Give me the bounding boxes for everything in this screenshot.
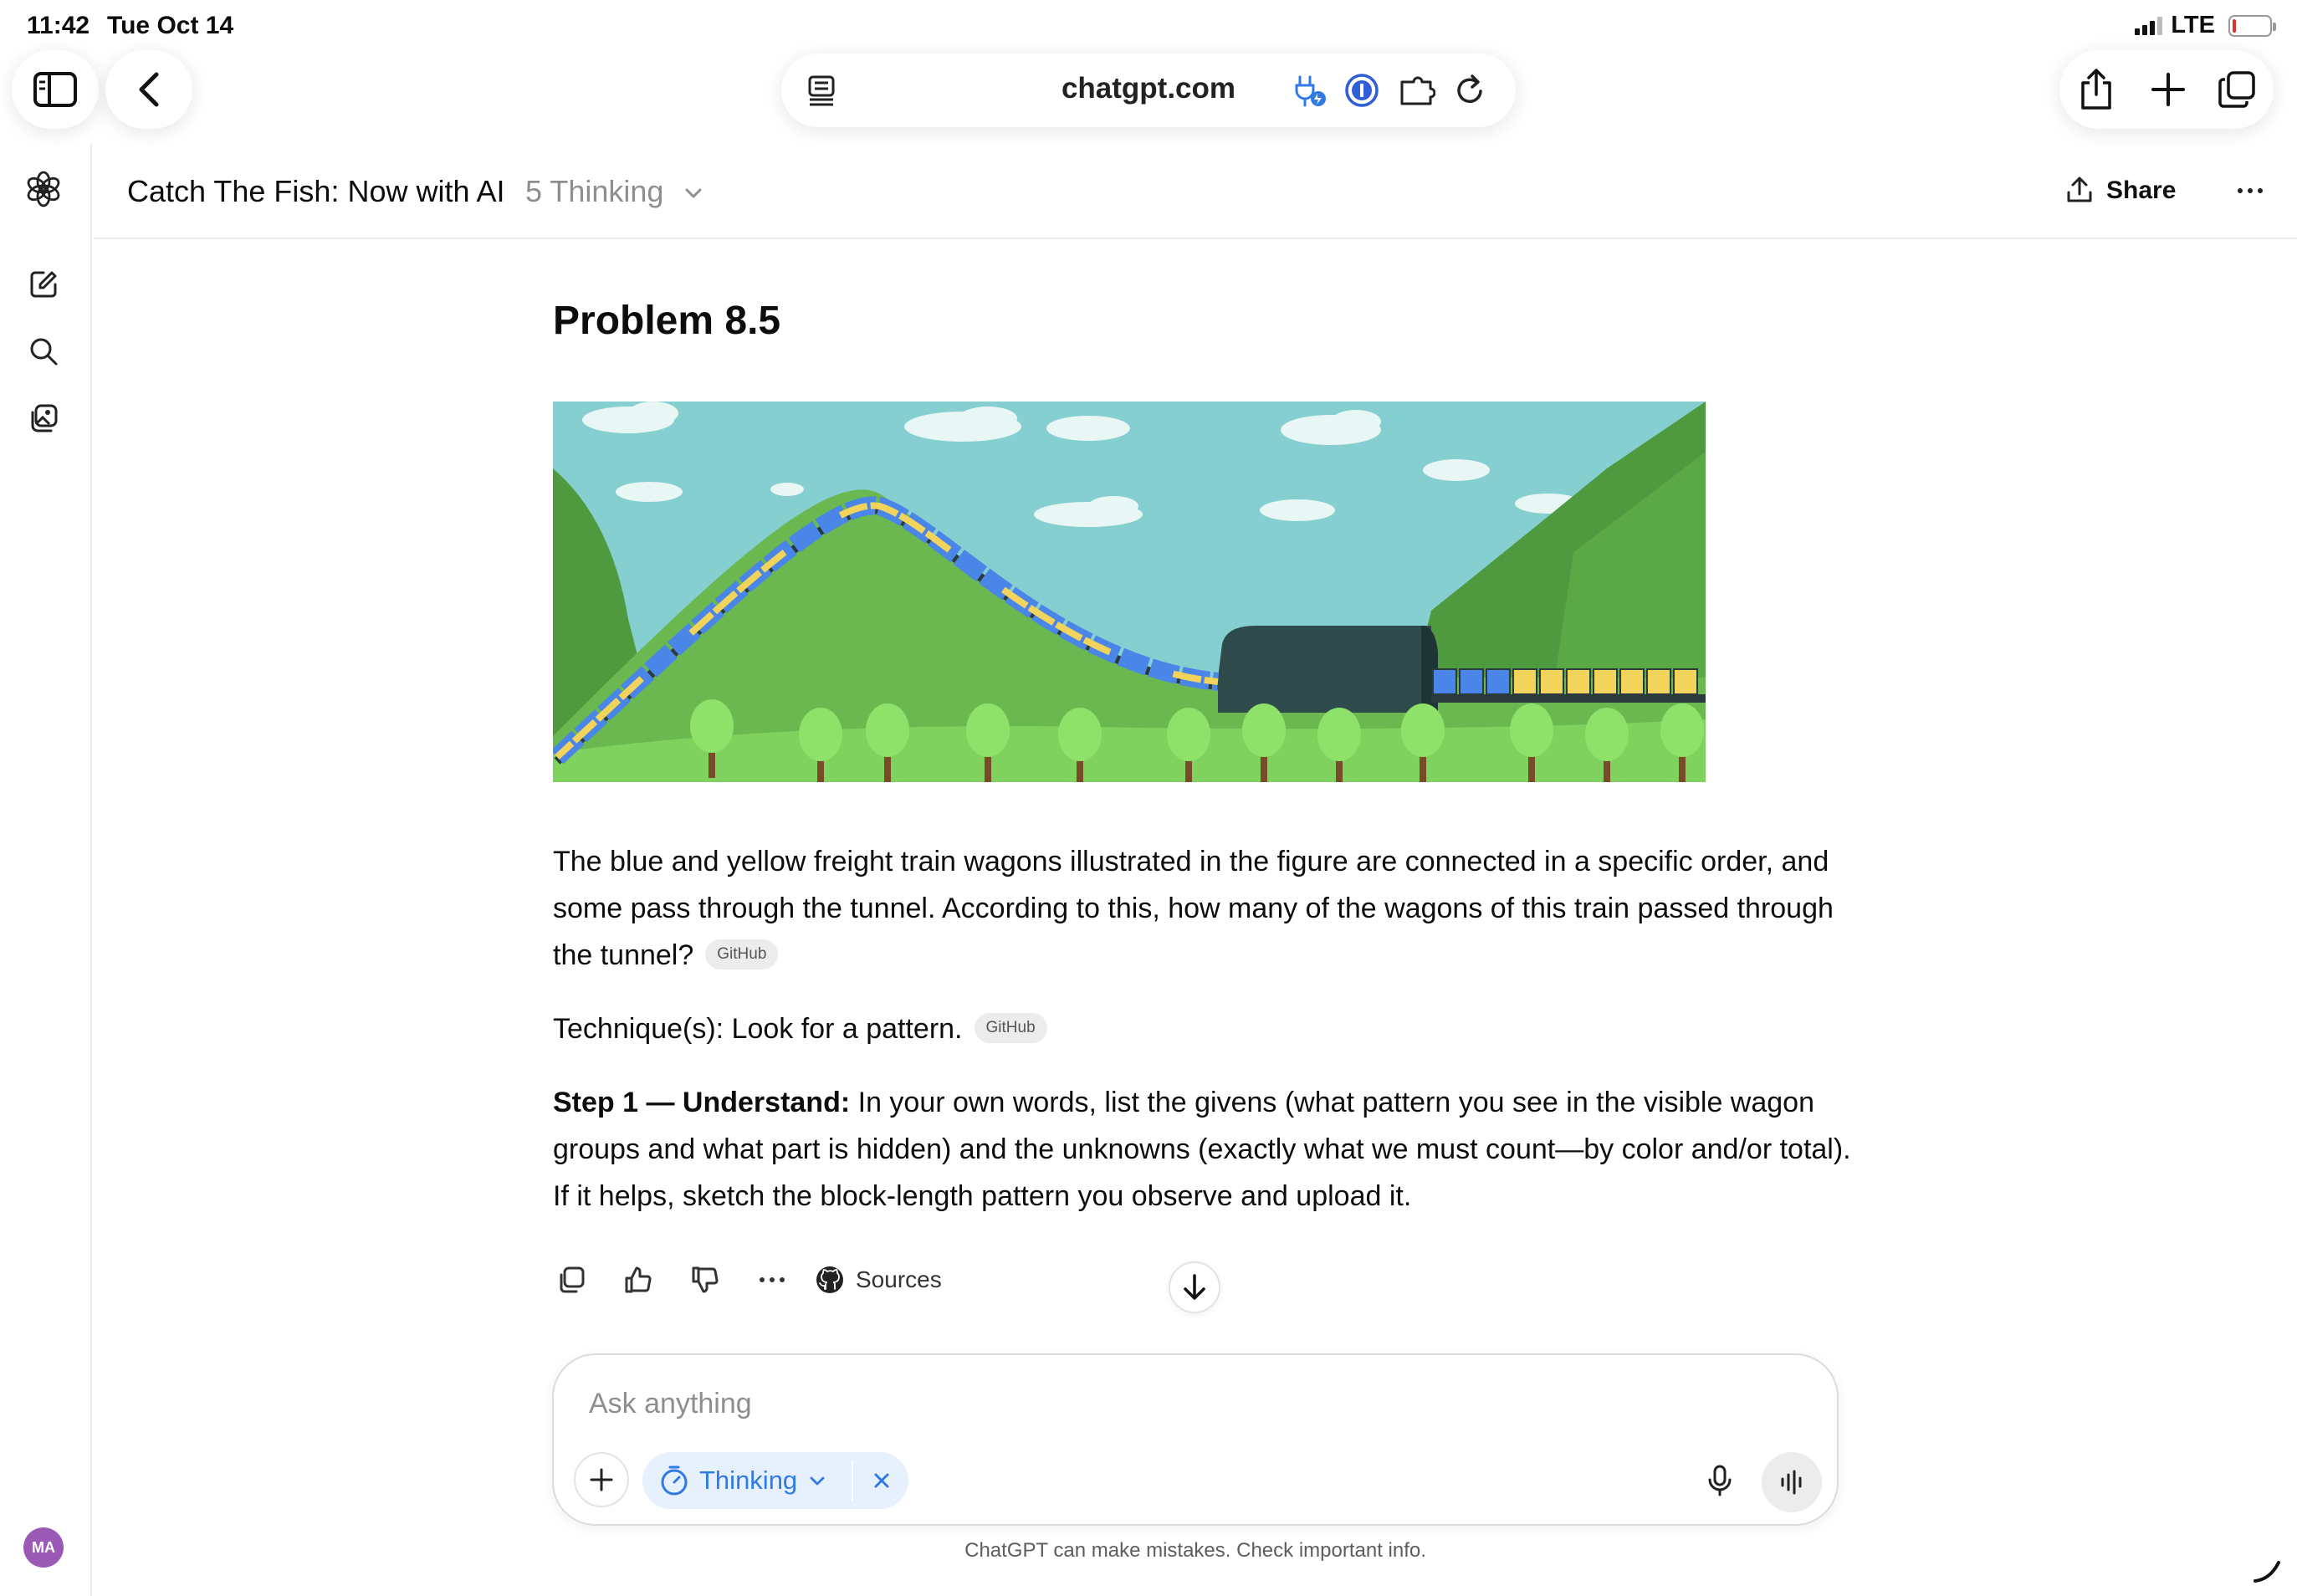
source-badge[interactable]: GitHub <box>705 939 779 970</box>
search-chats-button[interactable] <box>25 333 62 370</box>
sidebar-toggle-button[interactable] <box>12 50 99 129</box>
dot-icon <box>2248 188 2253 193</box>
battery-icon <box>2228 14 2276 37</box>
thinking-mode-chip: Thinking <box>642 1452 908 1509</box>
timer-icon <box>661 1466 688 1496</box>
tab-actions-group <box>2059 50 2274 129</box>
problem-title: Problem 8.5 <box>553 299 781 343</box>
waveform-icon <box>1781 1470 1802 1495</box>
chip-divider <box>852 1460 853 1501</box>
thumbs-up-button[interactable] <box>620 1261 657 1298</box>
github-icon <box>816 1266 843 1293</box>
thinking-mode-button[interactable]: Thinking <box>642 1452 852 1509</box>
thinking-label: Thinking <box>699 1466 798 1495</box>
copy-button[interactable] <box>553 1261 590 1298</box>
resize-handle-icon[interactable] <box>2250 1553 2284 1586</box>
share-page-button[interactable] <box>2076 69 2116 110</box>
scroll-to-bottom-button[interactable] <box>1169 1261 1220 1313</box>
thumbs-up-icon <box>625 1266 652 1293</box>
message-composer: Thinking <box>552 1353 1839 1526</box>
status-time: 11:42 <box>27 12 90 39</box>
thumbs-down-button[interactable] <box>687 1261 724 1298</box>
prompt-input[interactable] <box>589 1382 1760 1425</box>
signal-icon <box>2135 16 2163 35</box>
chevron-down-icon <box>810 1476 825 1486</box>
sources-button[interactable]: Sources <box>816 1266 942 1294</box>
dot-icon <box>2238 188 2243 193</box>
new-tab-button[interactable] <box>2148 69 2188 110</box>
sidebar-icon <box>33 72 77 107</box>
app-sidebar <box>0 144 92 1596</box>
arrow-down-icon <box>1184 1274 1205 1300</box>
password-manager-icon[interactable] <box>1342 70 1382 110</box>
tabs-icon <box>2218 71 2255 108</box>
copy-icon <box>560 1266 585 1293</box>
source-badge[interactable]: GitHub <box>974 1013 1047 1044</box>
close-icon <box>874 1473 889 1488</box>
openai-logo-icon[interactable] <box>25 171 62 207</box>
problem-question: The blue and yellow freight train wagons… <box>553 838 1858 979</box>
dot-icon <box>2258 188 2263 193</box>
status-date: Tue Oct 14 <box>107 12 234 39</box>
avatar[interactable]: MA <box>23 1527 64 1568</box>
step-instructions: Step 1 — Understand: In your own words, … <box>553 1079 1858 1220</box>
dictation-button[interactable] <box>1691 1452 1748 1509</box>
model-selector[interactable]: 5 Thinking <box>525 174 663 209</box>
back-button[interactable] <box>105 50 192 129</box>
ellipsis-icon <box>760 1277 785 1282</box>
images-icon <box>31 404 58 432</box>
share-button[interactable]: Share <box>2064 167 2176 214</box>
thumbs-down-icon <box>692 1266 719 1293</box>
technique-line: Technique(s): Look for a pattern. GitHub <box>553 1005 1858 1052</box>
address-bar[interactable]: chatgpt.com <box>781 54 1516 127</box>
chat-header: Catch The Fish: Now with AI 5 Thinking S… <box>94 144 2297 239</box>
status-indicators: LTE <box>2135 12 2276 39</box>
new-chat-button[interactable] <box>25 266 62 303</box>
network-label: LTE <box>2171 12 2215 38</box>
chevron-left-icon <box>139 72 159 107</box>
remove-thinking-button[interactable] <box>857 1452 907 1509</box>
reload-icon[interactable] <box>1450 70 1491 110</box>
more-options-button[interactable] <box>2225 174 2275 207</box>
message-actions: Sources <box>553 1261 942 1298</box>
share-label: Share <box>2106 176 2177 204</box>
disclaimer-text: ChatGPT can make mistakes. Check importa… <box>964 1539 1426 1562</box>
technique-text: Technique(s): Look for a pattern. <box>553 1013 963 1045</box>
plus-icon <box>590 1468 613 1491</box>
extension-icon[interactable] <box>1397 70 1437 110</box>
edit-icon <box>30 271 57 298</box>
voice-mode-button[interactable] <box>1762 1452 1822 1512</box>
search-icon <box>30 338 58 366</box>
sources-label: Sources <box>856 1266 942 1292</box>
upload-icon <box>2067 176 2092 202</box>
microphone-icon <box>1708 1465 1732 1496</box>
conversation-title: Catch The Fish: Now with AI <box>127 174 505 208</box>
share-icon <box>2081 69 2111 110</box>
plug-extension-icon[interactable] <box>1290 70 1330 110</box>
plus-icon <box>2151 73 2185 106</box>
tabs-overview-button[interactable] <box>2217 69 2257 110</box>
attach-button[interactable] <box>574 1452 629 1507</box>
step-heading: Step 1 — Understand: <box>553 1087 851 1118</box>
chevron-down-icon[interactable] <box>681 181 706 206</box>
library-button[interactable] <box>25 400 62 437</box>
train-illustration[interactable] <box>553 402 1706 782</box>
more-actions-button[interactable] <box>754 1261 790 1298</box>
